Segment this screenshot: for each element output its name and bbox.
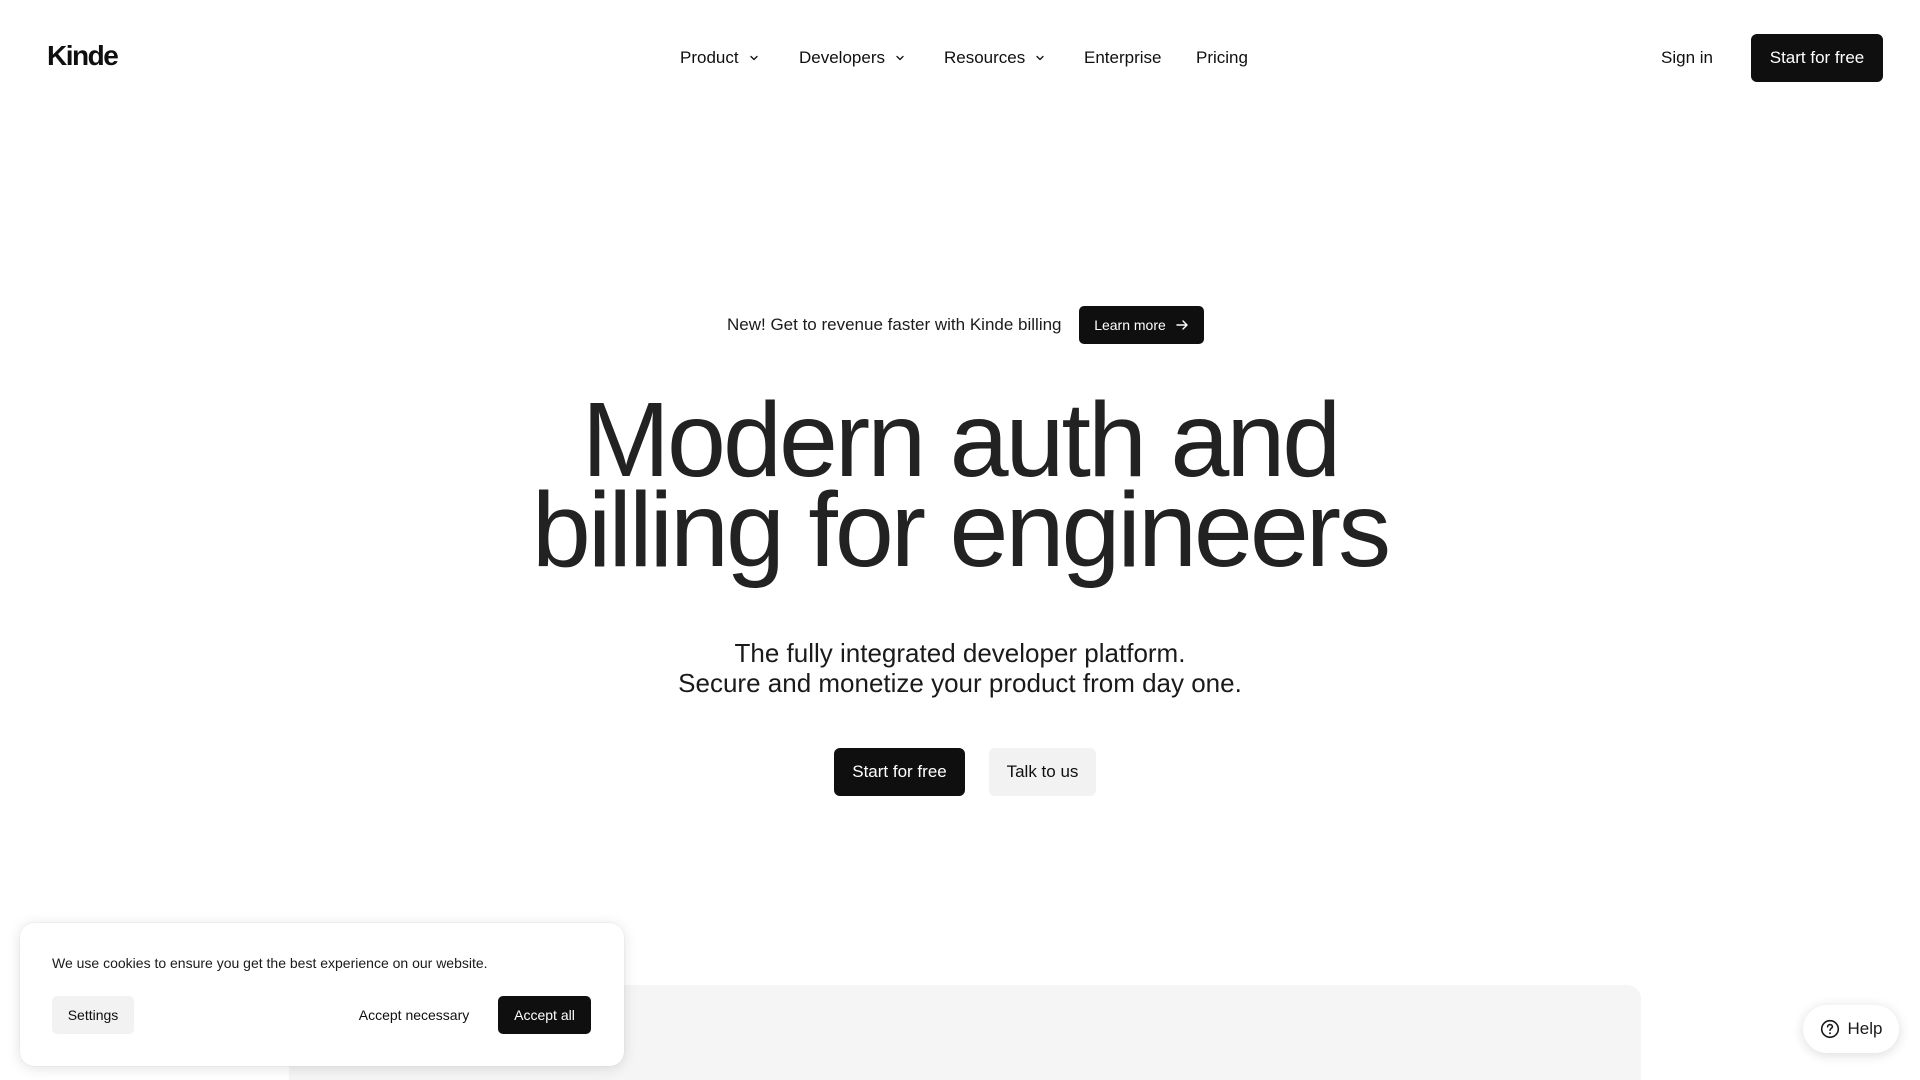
page: Kinde Product Developers Resources Enter… bbox=[0, 0, 1920, 1080]
chevron-down-icon bbox=[749, 53, 759, 63]
learn-more-label: Learn more bbox=[1094, 317, 1166, 333]
sign-in-link[interactable]: Sign in bbox=[1661, 34, 1713, 82]
learn-more-button[interactable]: Learn more bbox=[1079, 306, 1204, 344]
nav-item-enterprise[interactable]: Enterprise bbox=[1084, 34, 1161, 82]
hero-title: Modern auth and billing for engineers bbox=[0, 387, 1920, 589]
arrow-right-icon bbox=[1175, 318, 1189, 332]
hero-subtitle: The fully integrated developer platform.… bbox=[0, 638, 1920, 698]
cookie-message: We use cookies to ensure you get the bes… bbox=[52, 955, 488, 971]
help-widget-button[interactable]: Help bbox=[1803, 1005, 1899, 1053]
hero-title-line: billing for engineers bbox=[531, 471, 1391, 589]
hero-start-for-free-button[interactable]: Start for free bbox=[834, 748, 965, 796]
help-label: Help bbox=[1847, 1019, 1883, 1038]
announcement-text: New! Get to revenue faster with Kinde bi… bbox=[727, 315, 1062, 334]
cookie-banner: We use cookies to ensure you get the bes… bbox=[20, 923, 624, 1066]
nav-item-resources[interactable]: Resources bbox=[944, 34, 1045, 82]
nav-item-pricing[interactable]: Pricing bbox=[1196, 34, 1248, 82]
nav-item-developers[interactable]: Developers bbox=[799, 34, 905, 82]
nav-item-label: Developers bbox=[799, 48, 885, 67]
start-for-free-button[interactable]: Start for free bbox=[1751, 34, 1883, 82]
nav-item-label: Pricing bbox=[1196, 48, 1248, 67]
nav-item-product[interactable]: Product bbox=[680, 34, 759, 82]
nav-item-label: Product bbox=[680, 48, 739, 67]
announcement-bar: New! Get to revenue faster with Kinde bi… bbox=[0, 305, 1920, 345]
accept-all-button[interactable]: Accept all bbox=[498, 996, 591, 1034]
hero-subtitle-line: The fully integrated developer platform. bbox=[734, 638, 1186, 668]
hero-subtitle-line: Secure and monetize your product from da… bbox=[678, 668, 1242, 698]
site-header: Kinde Product Developers Resources Enter… bbox=[0, 0, 1920, 116]
talk-to-us-button[interactable]: Talk to us bbox=[989, 748, 1096, 796]
accept-necessary-button[interactable]: Accept necessary bbox=[344, 996, 484, 1034]
nav-item-label: Resources bbox=[944, 48, 1026, 67]
main-nav: Product Developers Resources Enterprise bbox=[0, 34, 1920, 82]
chevron-down-icon bbox=[895, 53, 905, 63]
cookie-settings-button[interactable]: Settings bbox=[52, 996, 134, 1034]
chevron-down-icon bbox=[1035, 53, 1045, 63]
question-circle-icon bbox=[1820, 1019, 1840, 1039]
nav-item-label: Enterprise bbox=[1084, 48, 1162, 67]
